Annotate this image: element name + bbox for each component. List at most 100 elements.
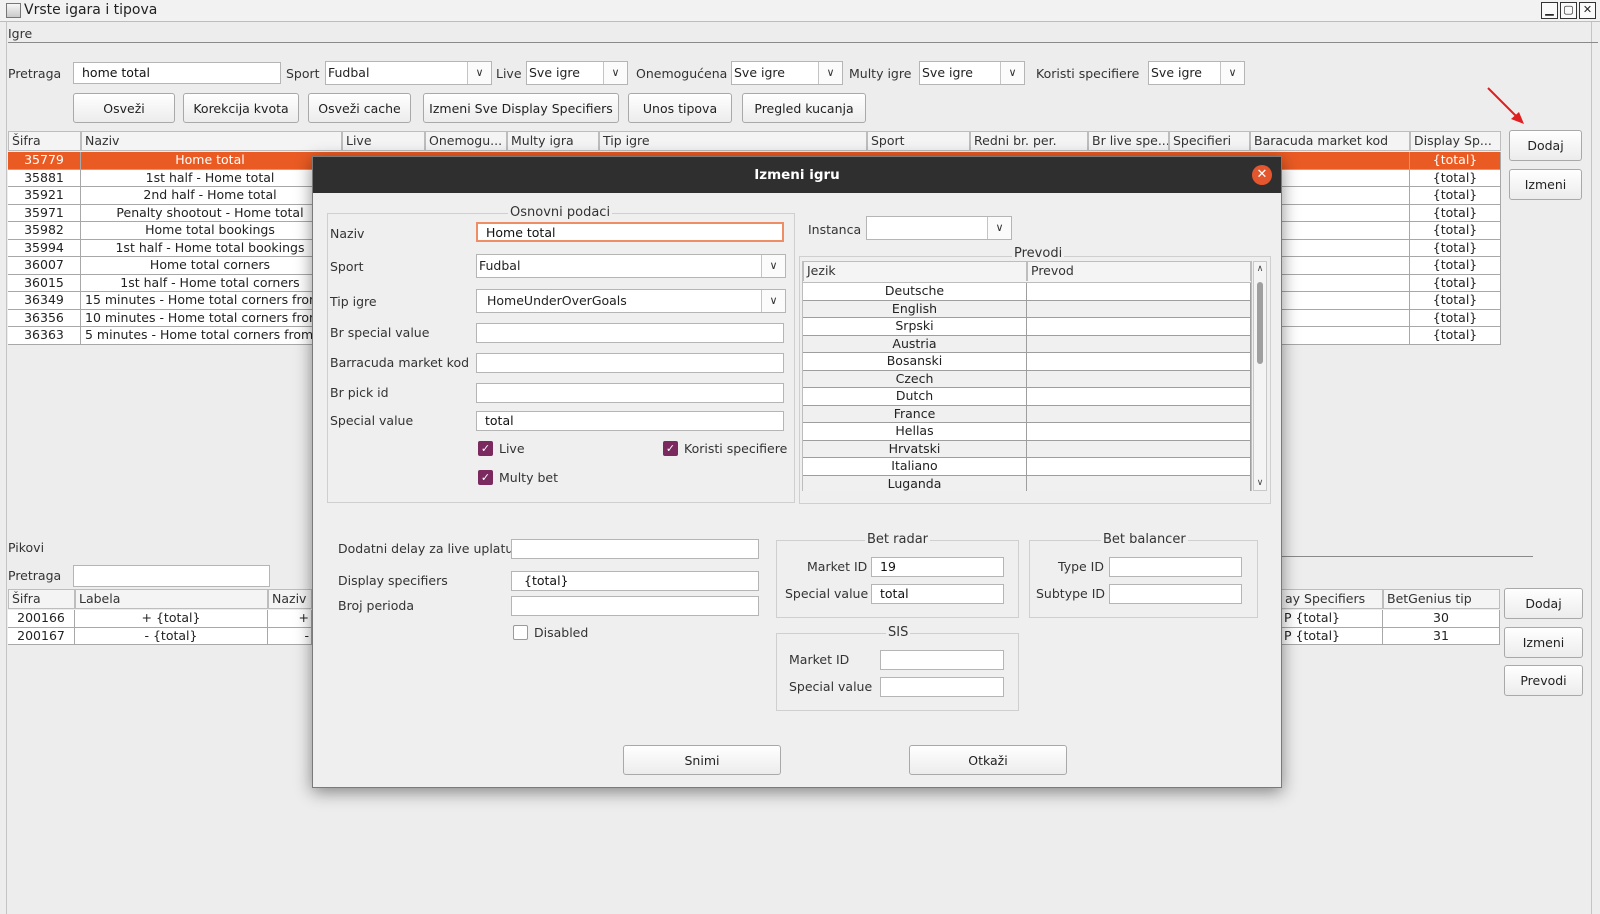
pikovi-search-input[interactable] xyxy=(73,565,270,587)
broj-perioda-input[interactable] xyxy=(511,596,759,616)
list-item[interactable]: English xyxy=(803,300,1251,318)
list-item[interactable]: Luganda xyxy=(803,475,1251,491)
translation-cell[interactable] xyxy=(1027,370,1251,388)
col-sport[interactable]: Sport xyxy=(867,132,970,151)
bet-radar-special-value-input[interactable]: total xyxy=(871,584,1004,604)
igre-izmeni-button[interactable]: Izmeni xyxy=(1509,169,1582,200)
snimi-button[interactable]: Snimi xyxy=(623,745,781,775)
multy-filter-select[interactable]: Sve igre ∨ xyxy=(919,61,1025,85)
col-sifra[interactable]: Šifra xyxy=(8,590,75,609)
scrollbar-thumb[interactable] xyxy=(1257,282,1263,364)
translation-cell[interactable] xyxy=(1027,475,1251,491)
translation-cell[interactable] xyxy=(1027,405,1251,423)
br-special-value-input[interactable] xyxy=(476,323,784,343)
col-sifra[interactable]: Šifra xyxy=(8,132,81,151)
naziv-input[interactable]: Home total xyxy=(476,222,784,242)
chevron-down-icon[interactable]: ∨ xyxy=(467,62,491,84)
sport-filter-select[interactable]: Fudbal ∨ xyxy=(325,61,492,85)
translation-cell[interactable] xyxy=(1027,423,1251,441)
chevron-down-icon[interactable]: ∨ xyxy=(761,255,785,277)
tip-igre-select[interactable]: HomeUnderOverGoals ∨ xyxy=(476,289,786,313)
close-window-button[interactable]: ✕ xyxy=(1579,2,1596,19)
onemogucena-filter-select[interactable]: Sve igre ∨ xyxy=(731,61,843,85)
chevron-up-icon[interactable]: ∧ xyxy=(1254,262,1266,276)
translation-cell[interactable] xyxy=(1027,283,1251,301)
osvezi-button[interactable]: Osveži xyxy=(73,93,175,123)
pikovi-dodaj-button[interactable]: Dodaj xyxy=(1504,588,1583,619)
pikovi-prevodi-button[interactable]: Prevodi xyxy=(1504,665,1583,696)
minimize-button[interactable]: ▁ xyxy=(1541,2,1558,19)
igre-dodaj-button[interactable]: Dodaj xyxy=(1509,130,1582,161)
type-id-input[interactable] xyxy=(1109,557,1242,577)
list-item[interactable]: Italiano xyxy=(803,458,1251,476)
col-specifieri[interactable]: Specifieri xyxy=(1169,132,1250,151)
col-display-sp[interactable]: Display Sp... xyxy=(1410,132,1501,151)
col-betgenius-tip[interactable]: BetGenius tip xyxy=(1383,590,1500,609)
chevron-down-icon[interactable]: ∨ xyxy=(603,62,627,84)
col-br-live-spe[interactable]: Br live spe... xyxy=(1088,132,1169,151)
display-specifiers-input[interactable]: {total} xyxy=(511,571,759,591)
col-jezik[interactable]: Jezik xyxy=(803,262,1027,281)
list-item[interactable]: Deutsche xyxy=(803,283,1251,301)
col-naziv[interactable]: Naziv xyxy=(268,590,312,609)
chevron-down-icon[interactable]: ∨ xyxy=(1254,476,1266,490)
live-filter-select[interactable]: Sve igre ∨ xyxy=(526,61,628,85)
translation-cell[interactable] xyxy=(1027,300,1251,318)
sport-select[interactable]: Fudbal ∨ xyxy=(476,254,786,278)
koristi-filter-select[interactable]: Sve igre ∨ xyxy=(1148,61,1245,85)
subtype-id-input[interactable] xyxy=(1109,584,1242,604)
list-item[interactable]: Dutch xyxy=(803,388,1251,406)
translation-cell[interactable] xyxy=(1027,318,1251,336)
sis-market-id-input[interactable] xyxy=(880,650,1004,670)
izmeni-display-specifiers-button[interactable]: Izmeni Sve Display Specifiers xyxy=(423,93,619,123)
col-baracuda-market-kod[interactable]: Baracuda market kod xyxy=(1250,132,1410,151)
pregled-kucanja-button[interactable]: Pregled kucanja xyxy=(742,93,866,123)
dodatni-delay-input[interactable] xyxy=(511,539,759,559)
col-display-specifiers[interactable]: ay Specifiers xyxy=(1281,590,1383,609)
col-labela[interactable]: Labela xyxy=(75,590,268,609)
list-item[interactable]: Srpski xyxy=(803,318,1251,336)
list-item[interactable]: Hellas xyxy=(803,423,1251,441)
chevron-down-icon[interactable]: ∨ xyxy=(1000,62,1024,84)
list-item[interactable]: Hrvatski xyxy=(803,440,1251,458)
pikovi-izmeni-button[interactable]: Izmeni xyxy=(1504,627,1583,658)
barracuda-market-kod-input[interactable] xyxy=(476,353,784,373)
col-prevod[interactable]: Prevod xyxy=(1027,262,1251,281)
chevron-down-icon[interactable]: ∨ xyxy=(1220,62,1244,84)
list-item[interactable]: Austria xyxy=(803,335,1251,353)
chevron-down-icon[interactable]: ∨ xyxy=(761,290,785,312)
translation-cell[interactable] xyxy=(1027,458,1251,476)
list-item[interactable]: Bosanski xyxy=(803,353,1251,371)
col-tip-igre[interactable]: Tip igre xyxy=(599,132,867,151)
col-naziv[interactable]: Naziv xyxy=(81,132,342,151)
disabled-checkbox[interactable] xyxy=(513,625,528,640)
chevron-down-icon[interactable]: ∨ xyxy=(818,62,842,84)
close-icon[interactable]: ✕ xyxy=(1252,165,1272,185)
prevodi-scrollbar[interactable]: ∧ ∨ xyxy=(1253,261,1267,491)
col-multy-igra[interactable]: Multy igra xyxy=(507,132,599,151)
chevron-down-icon[interactable]: ∨ xyxy=(987,217,1011,239)
translation-cell[interactable] xyxy=(1027,388,1251,406)
sis-special-value-input[interactable] xyxy=(880,677,1004,697)
maximize-button[interactable]: ▢ xyxy=(1560,2,1577,19)
translation-cell[interactable] xyxy=(1027,353,1251,371)
special-value-input[interactable]: total xyxy=(476,411,784,431)
translation-cell[interactable] xyxy=(1027,335,1251,353)
igre-search-input[interactable]: home total xyxy=(73,62,281,84)
col-redni-br-per[interactable]: Redni br. per. xyxy=(970,132,1088,151)
multy-bet-checkbox[interactable]: ✓ xyxy=(478,470,493,485)
list-item[interactable]: Czech xyxy=(803,370,1251,388)
list-item[interactable]: France xyxy=(803,405,1251,423)
otkazi-button[interactable]: Otkaži xyxy=(909,745,1067,775)
br-pick-id-input[interactable] xyxy=(476,383,784,403)
bet-radar-market-id-input[interactable]: 19 xyxy=(871,557,1004,577)
instanca-select[interactable]: ∨ xyxy=(866,216,1012,240)
col-live[interactable]: Live xyxy=(342,132,425,151)
unos-tipova-button[interactable]: Unos tipova xyxy=(628,93,732,123)
col-onemogucena[interactable]: Onemogu... xyxy=(425,132,507,151)
osvezi-cache-button[interactable]: Osveži cache xyxy=(308,93,411,123)
korekcija-kvota-button[interactable]: Korekcija kvota xyxy=(183,93,299,123)
koristi-specifiere-checkbox[interactable]: ✓ xyxy=(663,441,678,456)
live-checkbox[interactable]: ✓ xyxy=(478,441,493,456)
translation-cell[interactable] xyxy=(1027,440,1251,458)
